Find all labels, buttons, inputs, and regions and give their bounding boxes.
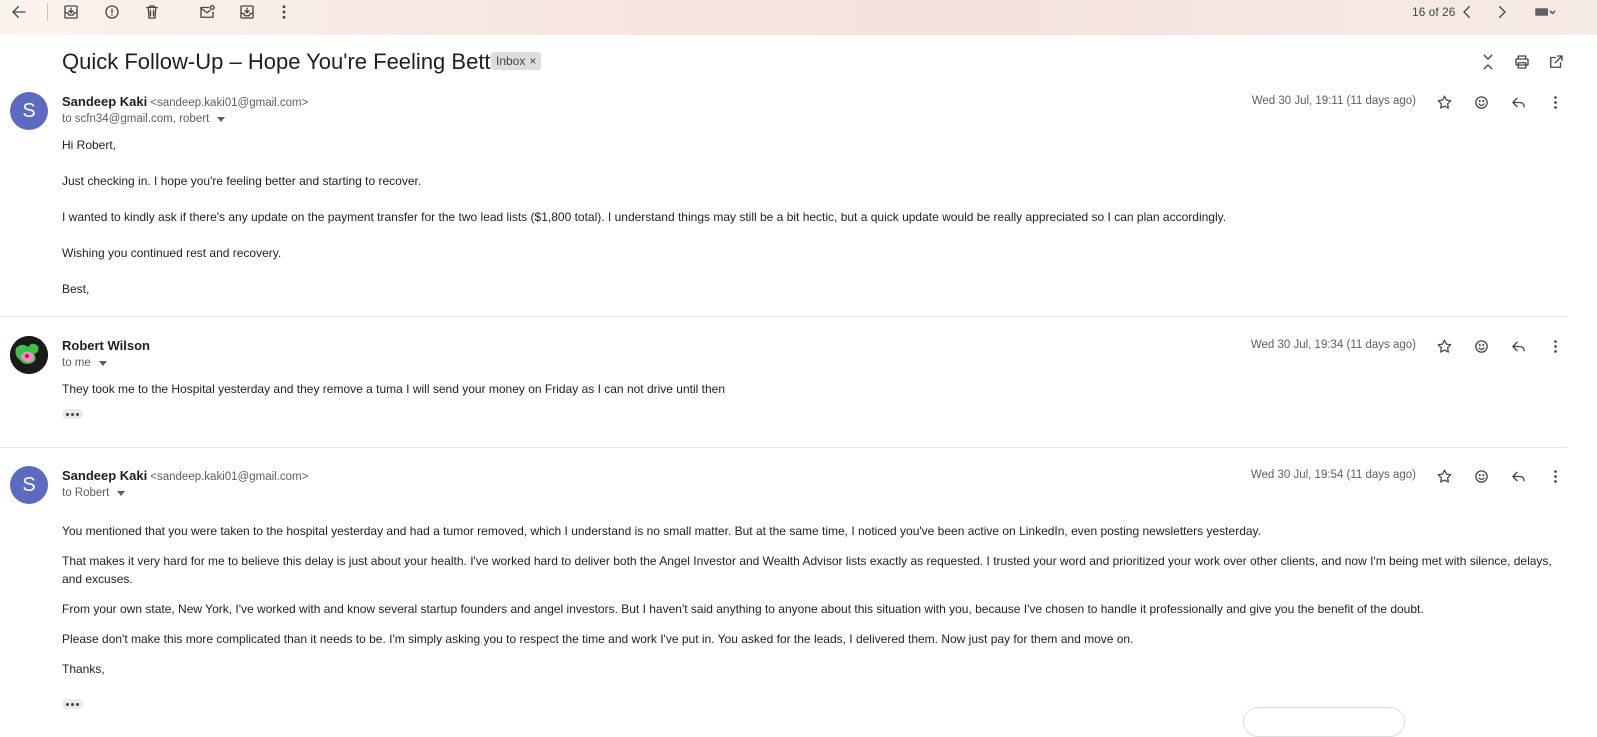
message-body-line: From your own state, New York, I've work… [62,602,1424,616]
toolbar-divider [47,3,48,21]
collapse-all-icon[interactable] [1477,51,1499,73]
older-icon[interactable] [1491,1,1513,23]
chevron-down-icon [117,490,126,496]
avatar[interactable]: S [10,92,48,130]
message-body-line: Best, [62,282,90,296]
sender-email: <sandeep.kaki01@gmail.com> [150,471,309,483]
emoji-reaction-icon[interactable] [1470,335,1492,357]
message-divider [0,316,1567,317]
reply-icon[interactable] [1507,91,1529,113]
show-trimmed-content-button[interactable] [62,699,83,709]
avatar[interactable] [10,336,48,374]
recipients-dropdown[interactable]: to me [62,357,107,369]
label-text: Inbox [496,54,526,68]
message-body-line: Wishing you continued rest and recovery. [62,246,282,260]
avatar[interactable]: S [10,466,48,504]
open-in-new-window-icon[interactable] [1545,51,1567,73]
sender-name-text: Sandeep Kaki [62,468,148,483]
show-trimmed-content-button[interactable] [62,409,83,419]
message-body-line: Hi Robert, [62,138,117,152]
message-body-line: I wanted to kindly ask if there's any up… [62,210,1227,224]
message-body-line: You mentioned that you were taken to the… [62,524,1261,538]
message-body-line: That makes it very hard for me to believ… [62,554,1552,586]
reply-icon[interactable] [1507,465,1529,487]
sender-name[interactable]: Sandeep Kaki <sandeep.kaki01@gmail.com> [62,94,308,109]
report-spam-icon[interactable] [101,1,123,23]
mark-unread-icon[interactable] [196,1,218,23]
star-icon[interactable] [1433,91,1455,113]
recipients-dropdown[interactable]: to Robert [62,487,126,499]
remove-label-icon[interactable]: × [529,54,536,68]
sender-name[interactable]: Robert Wilson [62,338,150,353]
more-vert-icon[interactable] [1544,91,1566,113]
newer-icon[interactable] [1456,1,1478,23]
reply-box[interactable] [1243,707,1405,737]
sender-name[interactable]: Sandeep Kaki <sandeep.kaki01@gmail.com> [62,468,308,483]
recipients-text: to scfn34@gmail.com, robert [62,113,210,125]
emoji-reaction-icon[interactable] [1470,465,1492,487]
toolbar: 16 of 26 [0,0,1597,35]
back-arrow-icon[interactable] [8,1,30,23]
thread-subject: Quick Follow-Up – Hope You're Feeling Be… [62,49,511,74]
message-date: Wed 30 Jul, 19:54 (11 days ago) [1250,469,1416,481]
recipients-text: to me [62,357,91,369]
move-to-icon[interactable] [236,1,258,23]
message-date: Wed 30 Jul, 19:11 (11 days ago) [1251,95,1416,107]
archive-icon[interactable] [60,1,82,23]
more-vert-icon[interactable] [1544,465,1566,487]
message-divider [0,447,1567,448]
star-icon[interactable] [1433,335,1455,357]
reply-icon[interactable] [1507,335,1529,357]
more-vert-icon[interactable] [273,1,295,23]
more-vert-icon[interactable] [1544,335,1566,357]
message-body-line: Just checking in. I hope you're feeling … [62,174,422,188]
chevron-down-icon [217,116,226,122]
star-icon[interactable] [1433,465,1455,487]
keyboard-icon[interactable] [1530,1,1560,23]
message-counter: 16 of 26 [1412,5,1456,19]
sender-email: <sandeep.kaki01@gmail.com> [150,97,309,109]
recipients-dropdown[interactable]: to scfn34@gmail.com, robert [62,113,226,125]
inbox-label-chip[interactable]: Inbox × [491,52,542,70]
emoji-reaction-icon[interactable] [1470,91,1492,113]
recipients-text: to Robert [62,487,110,499]
sender-name-text: Sandeep Kaki [62,94,148,109]
message-body-line: They took me to the Hospital yesterday a… [62,382,725,396]
chevron-down-icon [98,360,107,366]
delete-icon[interactable] [141,1,163,23]
message-date: Wed 30 Jul, 19:34 (11 days ago) [1250,339,1416,351]
avatar-image [10,336,48,374]
print-icon[interactable] [1511,51,1533,73]
message-body-line: Please don't make this more complicated … [62,632,1134,646]
message-body-line: Thanks, [62,662,105,676]
